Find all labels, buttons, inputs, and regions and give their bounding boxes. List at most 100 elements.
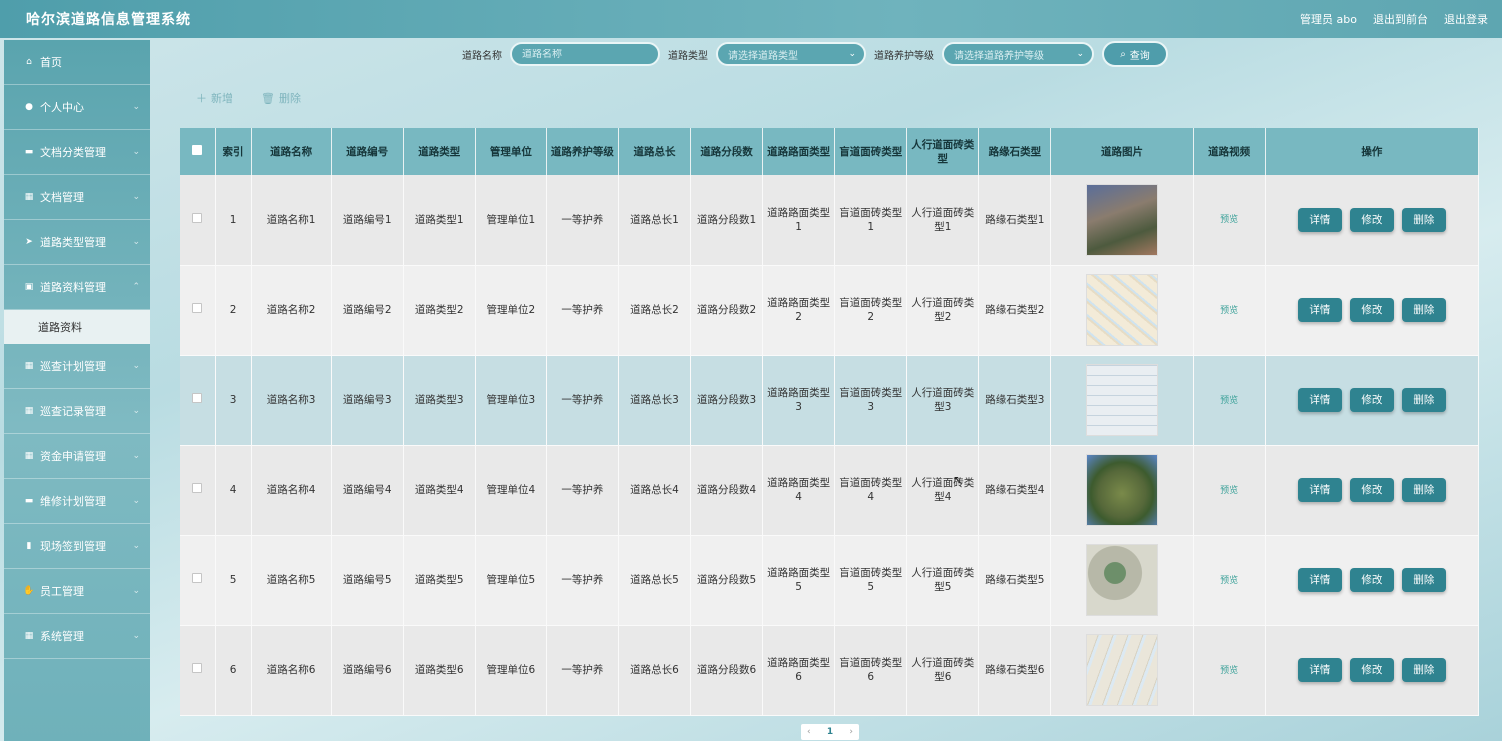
edit-button[interactable]: 修改 <box>1349 568 1394 592</box>
row-checkbox[interactable] <box>180 265 216 356</box>
sidebar-item-personal-center[interactable]: ● 个人中心 ⌄ <box>4 85 150 130</box>
table-header-row: 索引 道路名称 道路编号 道路类型 管理单位 道路养护等级 道路总长 道路分段数… <box>180 128 1480 175</box>
table-cell-sidewalk: 人行道面砖类型3 <box>906 355 980 446</box>
row-checkbox[interactable] <box>180 535 216 626</box>
col-header: 人行道面砖类型 <box>906 128 980 175</box>
table-cell-segments: 道路分段数1 <box>690 175 764 266</box>
row-checkbox[interactable] <box>180 355 216 446</box>
preview-link[interactable]: 预览 <box>1220 396 1238 406</box>
edit-button[interactable]: 修改 <box>1349 298 1394 322</box>
sidebar-item-staff[interactable]: ✋ 员工管理 ⌄ <box>4 569 150 614</box>
row-checkbox[interactable] <box>180 625 216 716</box>
grid-icon: ▦ <box>24 406 34 416</box>
road-name-field[interactable] <box>510 42 660 66</box>
road-type-select[interactable]: 请选择道路类型 ⌄ <box>716 42 866 66</box>
edit-button[interactable]: 修改 <box>1349 207 1394 232</box>
detail-button[interactable]: 详情 <box>1297 658 1342 682</box>
table-cell-code: 道路编号5 <box>331 535 404 626</box>
road-image[interactable] <box>1086 183 1158 256</box>
sidebar-item-home[interactable]: ⌂ 首页 <box>4 40 150 85</box>
sidebar-item-patrol-plan[interactable]: ▦ 巡查计划管理 ⌄ <box>4 344 150 389</box>
road-video-cell: 预览 <box>1193 535 1266 626</box>
sidebar-item-label: 巡查记录管理 <box>40 405 106 418</box>
road-image[interactable] <box>1086 454 1158 526</box>
detail-button[interactable]: 详情 <box>1297 298 1342 322</box>
table-cell-unit: 管理单位3 <box>475 355 547 446</box>
chevron-up-icon: ⌃ <box>132 282 140 292</box>
road-image[interactable] <box>1086 274 1158 346</box>
table-cell-name: 道路名称6 <box>251 625 332 716</box>
sidebar-item-documents[interactable]: ▦ 文档管理 ⌄ <box>4 175 150 220</box>
sidebar-item-system[interactable]: ▦ 系统管理 ⌄ <box>4 614 150 659</box>
query-button[interactable]: ⌕ 查询 <box>1102 41 1168 67</box>
row-checkbox[interactable] <box>180 445 216 536</box>
sidebar-item-fund-request[interactable]: ▦ 资金申请管理 ⌄ <box>4 434 150 479</box>
table-cell-level: 一等护养 <box>546 445 619 536</box>
delete-button[interactable]: 删除 <box>1401 568 1446 592</box>
sidebar-subitem-road-data[interactable]: 道路资料 <box>4 310 150 344</box>
delete-button[interactable]: 删除 <box>1401 658 1446 682</box>
col-header: 道路养护等级 <box>546 128 619 175</box>
sidebar-item-label: 文档分类管理 <box>40 146 106 159</box>
delete-button[interactable]: 删除 <box>1401 298 1446 322</box>
grid-icon: ▦ <box>24 192 34 202</box>
chevron-down-icon: ⌄ <box>132 192 140 202</box>
preview-link[interactable]: 预览 <box>1220 215 1238 225</box>
road-level-placeholder: 请选择道路养护等级 <box>954 50 1044 62</box>
col-header: 操作 <box>1265 128 1480 175</box>
table-cell-blind: 盲道面砖类型4 <box>834 445 908 536</box>
table-cell-blind: 盲道面砖类型2 <box>834 265 908 356</box>
table-cell-blind: 盲道面砖类型5 <box>834 535 908 626</box>
detail-button[interactable]: 详情 <box>1297 568 1342 592</box>
table-cell-name: 道路名称1 <box>251 175 332 266</box>
table-cell-level: 一等护养 <box>546 535 619 626</box>
road-image[interactable] <box>1086 364 1158 436</box>
delete-button[interactable]: 删除 <box>1401 388 1446 412</box>
sidebar-item-label: 员工管理 <box>40 585 84 598</box>
table-row: 4 道路名称4 道路编号4 道路类型4 管理单位4 一等护养 道路总长4 道路分段数4 道路路面… <box>180 445 1480 536</box>
detail-button[interactable]: 详情 <box>1297 388 1342 412</box>
sidebar-item-checkin[interactable]: ▮ 现场签到管理 ⌄ <box>4 524 150 569</box>
sidebar-item-road-type[interactable]: ➤ 道路类型管理 ⌄ <box>4 220 150 265</box>
col-header: 索引 <box>215 128 252 175</box>
next-page-button[interactable]: › <box>849 727 853 737</box>
table-cell-sidewalk: 人行道面砖类型1 <box>906 175 980 266</box>
road-image[interactable] <box>1086 544 1158 616</box>
road-image-cell <box>1050 445 1194 536</box>
sidebar-item-repair-plan[interactable]: ▬ 维修计划管理 ⌄ <box>4 479 150 524</box>
edit-button[interactable]: 修改 <box>1349 478 1394 502</box>
add-button-label: 新增 <box>211 92 233 105</box>
sidebar-item-label: 维修计划管理 <box>40 495 106 508</box>
detail-button[interactable]: 详情 <box>1297 478 1342 502</box>
road-level-select[interactable]: 请选择道路养护等级 ⌄ <box>942 42 1094 66</box>
road-image[interactable] <box>1086 634 1158 706</box>
preview-link[interactable]: 预览 <box>1220 306 1238 316</box>
road-name-input[interactable] <box>522 48 648 60</box>
edit-button[interactable]: 修改 <box>1349 658 1394 682</box>
preview-link[interactable]: 预览 <box>1220 576 1238 586</box>
preview-link[interactable]: 预览 <box>1220 486 1238 496</box>
road-image-cell <box>1050 175 1194 266</box>
sidebar-item-doc-category[interactable]: ▬ 文档分类管理 ⌄ <box>4 130 150 175</box>
sidebar-item-label: 个人中心 <box>40 101 84 114</box>
select-all-checkbox[interactable] <box>180 128 216 175</box>
prev-page-button[interactable]: ‹ <box>807 727 811 737</box>
preview-link[interactable]: 预览 <box>1220 666 1238 676</box>
current-page[interactable]: 1 <box>827 727 833 737</box>
table-cell-unit: 管理单位4 <box>475 445 547 536</box>
delete-button[interactable]: 删除 <box>1401 478 1446 502</box>
table-cell-type: 道路类型4 <box>403 445 476 536</box>
edit-button[interactable]: 修改 <box>1349 388 1394 412</box>
detail-button[interactable]: 详情 <box>1297 207 1342 232</box>
sidebar-item-label: 系统管理 <box>40 630 84 643</box>
col-header: 道路分段数 <box>690 128 764 175</box>
table-cell-unit: 管理单位2 <box>475 265 547 356</box>
logout-link[interactable]: 退出登录 <box>1444 11 1488 27</box>
add-button[interactable]: ＋ 新增 <box>196 90 233 106</box>
row-checkbox[interactable] <box>180 175 216 266</box>
back-to-front-link[interactable]: 退出到前台 <box>1373 11 1428 27</box>
sidebar-item-road-data[interactable]: ▣ 道路资料管理 ⌃ <box>4 265 150 310</box>
delete-button[interactable]: 删除 <box>1401 207 1446 232</box>
sidebar-item-patrol-record[interactable]: ▦ 巡查记录管理 ⌄ <box>4 389 150 434</box>
batch-delete-button[interactable]: 🗑 删除 <box>261 90 301 106</box>
